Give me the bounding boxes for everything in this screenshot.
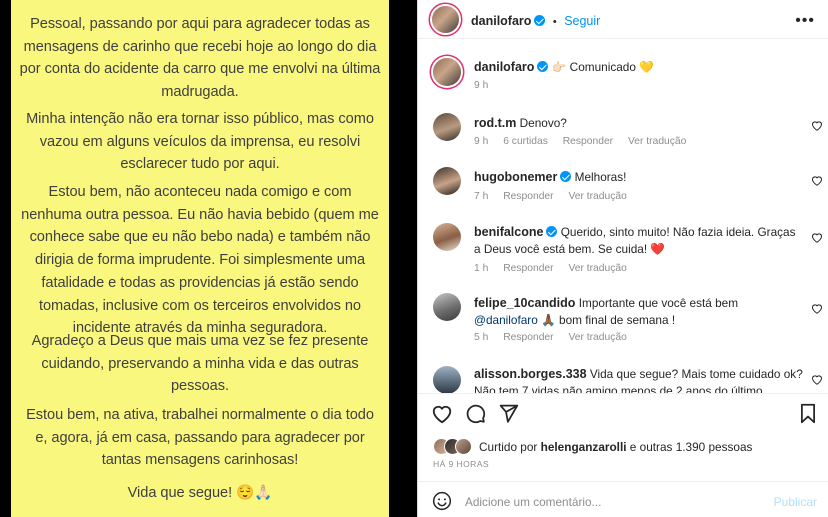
reply-button[interactable]: Responder xyxy=(503,263,553,274)
caption-time[interactable]: 9 h xyxy=(474,80,488,91)
comments-scroll-clip: alisson.borges.338 Vida que segue? Mais … xyxy=(418,360,828,393)
comment-username[interactable]: rod.t.m xyxy=(474,116,516,130)
comment-text: 🙏🏾 bom final de semana ! xyxy=(541,313,676,327)
liked-by-rest[interactable]: e outras 1.390 pessoas xyxy=(630,440,753,454)
post-timestamp[interactable]: HÁ 9 HORAS xyxy=(433,459,489,469)
comment-time[interactable]: 9 h xyxy=(474,136,488,147)
like-comment-icon[interactable] xyxy=(811,303,823,314)
note-paragraph: Vida que segue! 😌🙏🏻 xyxy=(127,485,273,501)
like-heart-icon[interactable] xyxy=(431,403,453,424)
likers-avatar-stack xyxy=(433,438,475,456)
comment-item: felipe_10candido Importante que você est… xyxy=(433,293,823,351)
reply-button[interactable]: Responder xyxy=(503,332,553,343)
reply-button[interactable]: Responder xyxy=(503,191,553,202)
author-avatar[interactable] xyxy=(433,58,461,86)
actions-divider xyxy=(418,393,828,394)
like-comment-icon[interactable] xyxy=(811,374,823,385)
comment-username[interactable]: felipe_10candido xyxy=(474,296,575,310)
header-separator: • xyxy=(552,16,557,28)
comment-text: Vida que segue? Mais tome cuidado ok? xyxy=(589,367,803,381)
caption-text: 👉🏻 Comunicado 💛 xyxy=(551,60,654,74)
note-paragraph: Agradeço a Deus que mais uma vez se fez … xyxy=(31,333,369,395)
reply-button[interactable]: Responder xyxy=(563,136,613,147)
comment-time[interactable]: 5 h xyxy=(474,332,488,343)
comment-text: Importante que você está bem xyxy=(578,296,739,310)
instagram-post-view: Pessoal, passando por aqui para agradece… xyxy=(0,0,828,517)
author-avatar[interactable] xyxy=(432,6,459,33)
note-paragraph: Pessoal, passando por aqui para agradece… xyxy=(19,16,381,101)
share-send-icon[interactable] xyxy=(498,403,519,424)
liked-by-label: Curtido por xyxy=(479,440,538,454)
see-translation-button[interactable]: Ver tradução xyxy=(568,191,626,202)
verified-badge-icon xyxy=(537,61,549,72)
comment-item: hugobonemer Melhoras! 7 h Responder Ver … xyxy=(433,167,823,207)
commenter-avatar[interactable] xyxy=(433,167,461,195)
post-image[interactable]: Pessoal, passando por aqui para agradece… xyxy=(0,0,417,517)
save-bookmark-icon[interactable] xyxy=(799,403,817,424)
commenter-avatar[interactable] xyxy=(433,113,461,141)
commenter-avatar[interactable] xyxy=(433,366,461,393)
comment-username[interactable]: benifalcone xyxy=(474,225,543,239)
comment-time[interactable]: 7 h xyxy=(474,191,488,202)
verified-badge-icon xyxy=(560,171,572,182)
more-options-icon[interactable]: ••• xyxy=(795,12,815,30)
post-header: danilofaro • Seguir ••• xyxy=(418,0,828,39)
comment-item: alisson.borges.338 Vida que segue? Mais … xyxy=(433,366,823,393)
like-comment-icon[interactable] xyxy=(811,120,823,131)
comment-text: Melhoras! xyxy=(574,170,627,184)
notes-screenshot: Pessoal, passando por aqui para agradece… xyxy=(11,0,389,517)
like-comment-icon[interactable] xyxy=(811,232,823,243)
note-paragraph: Minha intenção não era tornar isso públi… xyxy=(26,111,374,173)
liked-by-user[interactable]: helenganzarolli xyxy=(541,440,627,454)
comment-likes[interactable]: 6 curtidas xyxy=(503,136,548,147)
verified-badge-icon xyxy=(534,15,546,26)
comment-username[interactable]: hugobonemer xyxy=(474,170,557,184)
comment-item: benifalcone Querido, sinto muito! Não fa… xyxy=(433,223,823,281)
see-translation-button[interactable]: Ver tradução xyxy=(568,332,626,343)
post-side-panel: danilofaro • Seguir ••• danilofaro 👉🏻 Co… xyxy=(417,0,828,517)
add-comment-bar: Adicione um comentário... Publicar xyxy=(418,481,828,517)
comment-time[interactable]: 1 h xyxy=(474,263,488,274)
publish-button[interactable]: Publicar xyxy=(774,495,817,509)
mention-link[interactable]: @danilofaro xyxy=(474,313,538,327)
author-username[interactable]: danilofaro xyxy=(471,14,531,28)
see-translation-button[interactable]: Ver tradução xyxy=(568,263,626,274)
comment-username[interactable]: alisson.borges.338 xyxy=(474,367,587,381)
caption-username[interactable]: danilofaro xyxy=(474,60,534,74)
note-paragraph: Estou bem, na ativa, trabalhei normalmen… xyxy=(26,407,374,469)
comment-item: rod.t.m Denovo? 9 h 6 curtidas Responder… xyxy=(433,113,823,153)
see-translation-button[interactable]: Ver tradução xyxy=(628,136,686,147)
comment-bubble-icon[interactable] xyxy=(465,403,486,424)
commenter-avatar[interactable] xyxy=(433,293,461,321)
comment-text: Não tem 7 vidas não amigo menos de 2 ano… xyxy=(474,384,763,393)
post-caption: danilofaro 👉🏻 Comunicado 💛 9 h xyxy=(433,56,823,96)
likes-summary[interactable]: Curtido por helenganzarolli e outras 1.3… xyxy=(433,437,823,457)
like-comment-icon[interactable] xyxy=(811,175,823,186)
note-paragraph: Estou bem, não aconteceu nada comigo e c… xyxy=(21,184,379,337)
commenter-avatar[interactable] xyxy=(433,223,461,251)
comment-input[interactable]: Adicione um comentário... xyxy=(465,495,601,509)
comment-text: Denovo? xyxy=(519,116,567,130)
emoji-smiley-icon[interactable] xyxy=(432,491,452,511)
verified-badge-icon xyxy=(546,226,558,237)
follow-button[interactable]: Seguir xyxy=(564,14,600,28)
